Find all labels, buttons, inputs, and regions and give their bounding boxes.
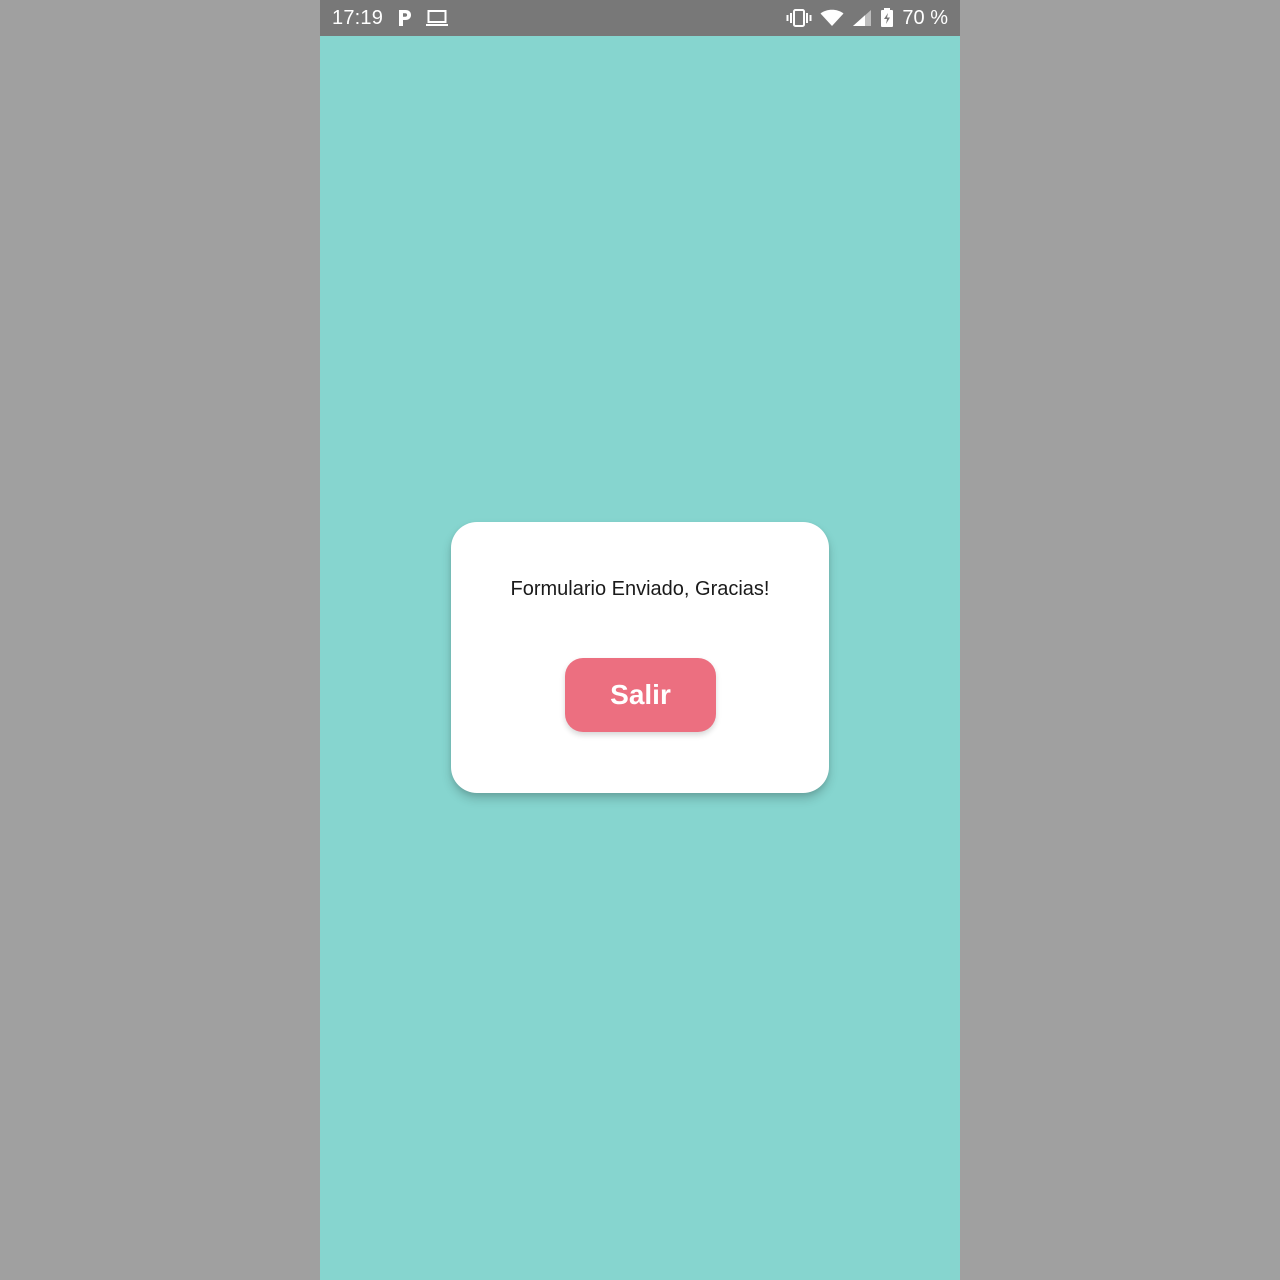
exit-button[interactable]: Salir	[565, 658, 716, 732]
status-bar-left: 17:19	[332, 0, 461, 36]
dialog-message: Formulario Enviado, Gracias!	[510, 578, 770, 600]
vibrate-icon	[786, 9, 812, 27]
wifi-icon	[820, 9, 844, 27]
battery-percentage: 70 %	[902, 6, 948, 29]
battery-charging-icon	[880, 8, 894, 28]
screen-frame: 17:19 70 % Formulario Enviado, Gracias! …	[0, 0, 1280, 1280]
status-bar: 17:19 70 %	[320, 0, 960, 36]
parking-icon	[397, 9, 413, 27]
laptop-icon	[425, 9, 449, 27]
phone-screen: 17:19 70 % Formulario Enviado, Gracias! …	[320, 0, 960, 1280]
confirmation-dialog: Formulario Enviado, Gracias! Salir	[451, 522, 829, 793]
status-time: 17:19	[332, 6, 384, 29]
status-bar-right: 70 %	[778, 0, 948, 36]
signal-icon	[852, 9, 872, 27]
